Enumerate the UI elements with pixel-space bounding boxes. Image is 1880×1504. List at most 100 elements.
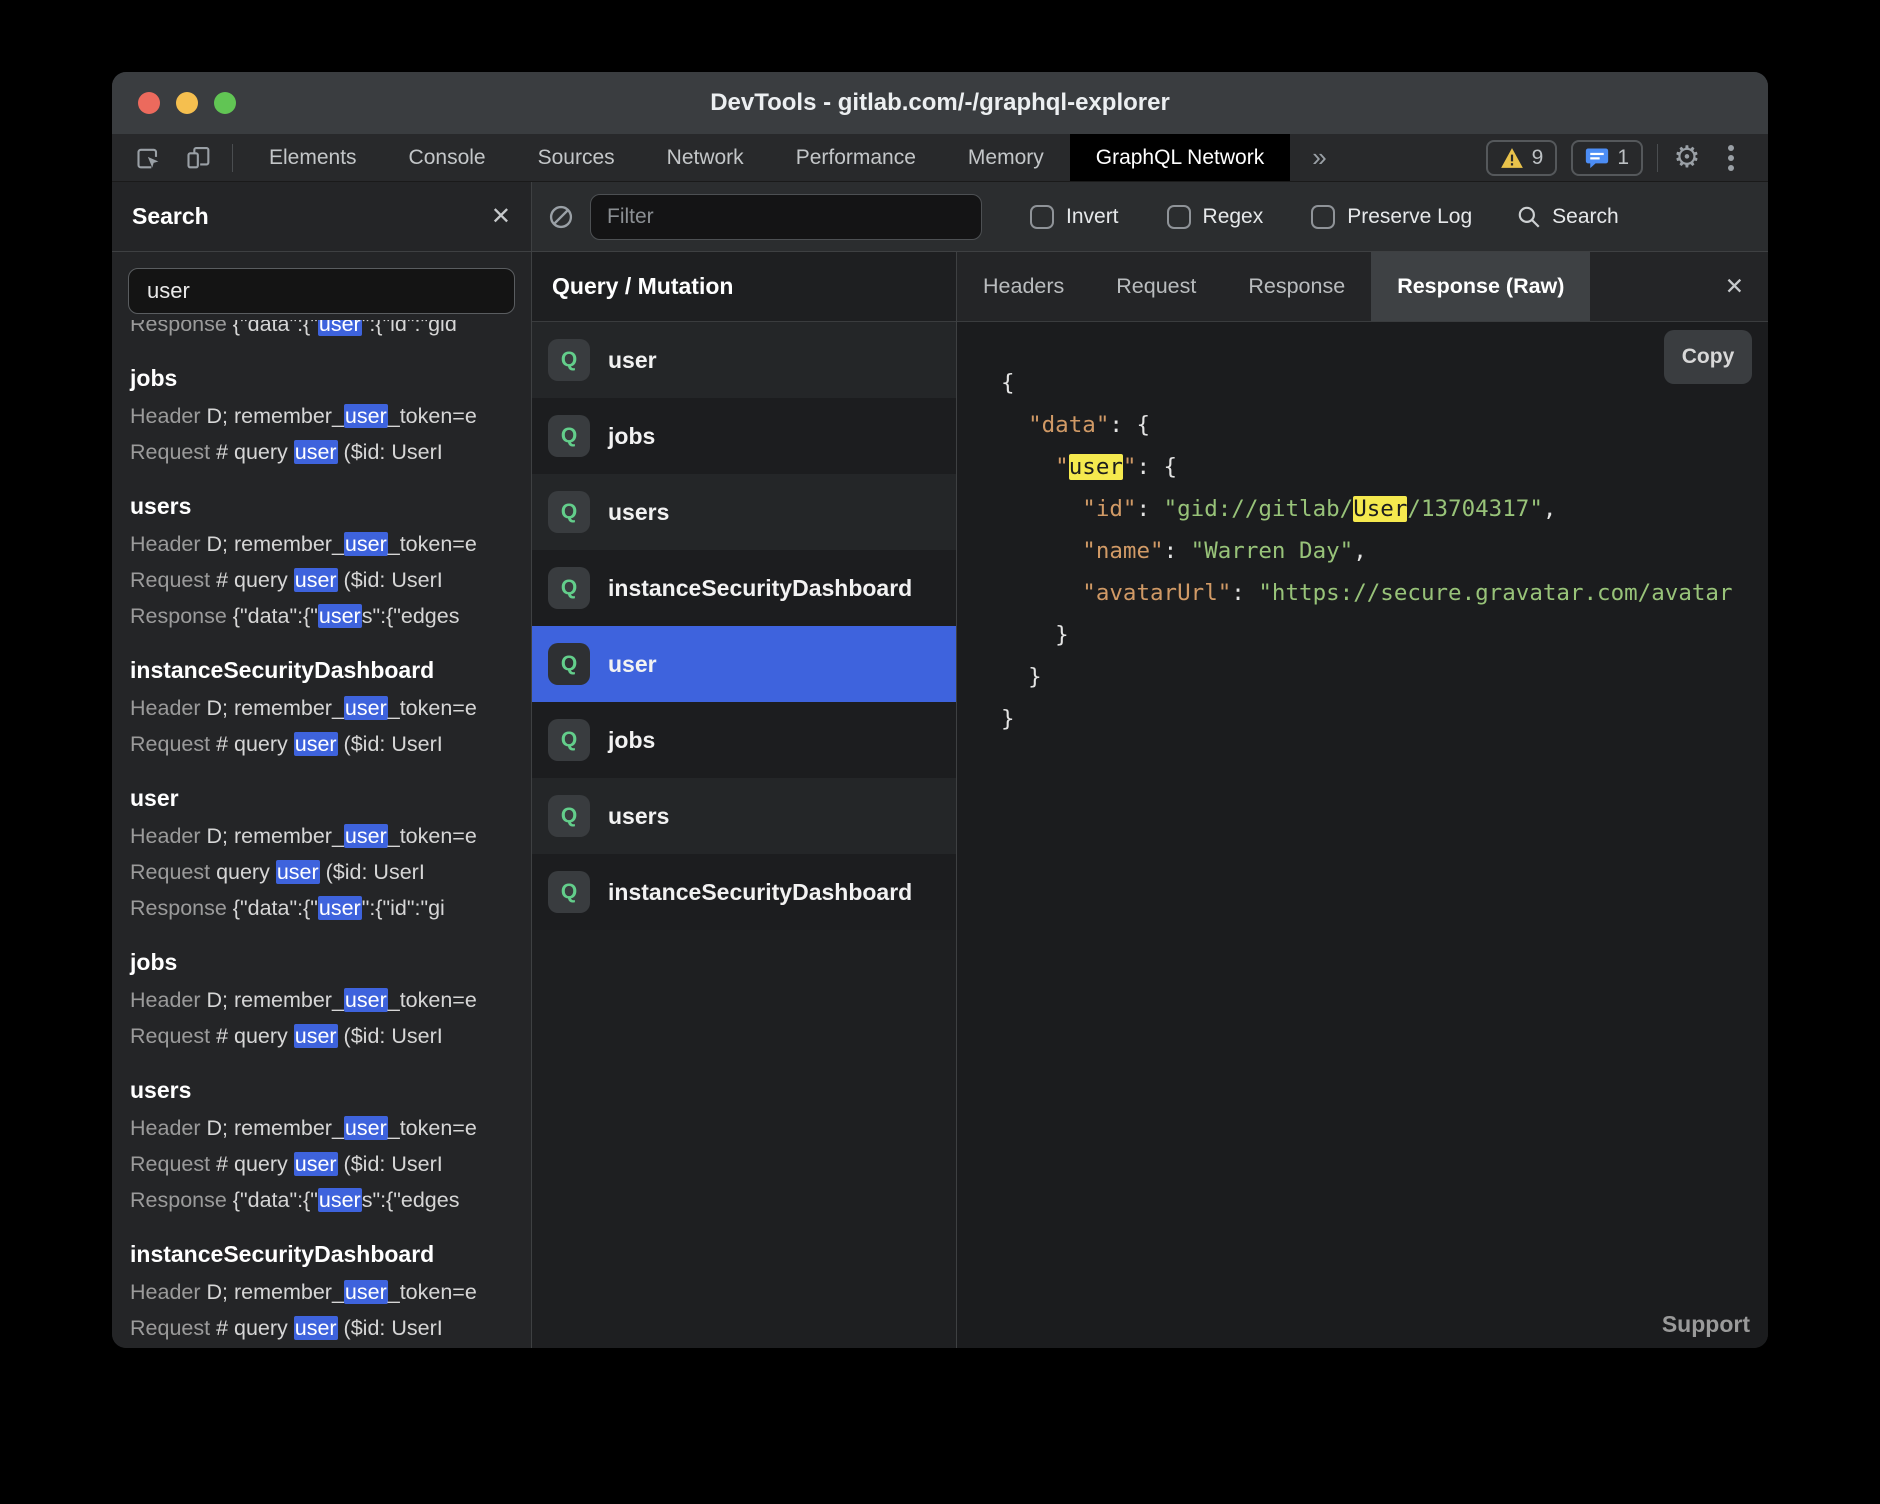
query-list-item-users[interactable]: Qusers: [532, 778, 956, 854]
support-link[interactable]: Support: [1662, 1311, 1750, 1338]
search-result-text: # query: [216, 440, 294, 464]
search-match-highlight: user: [344, 1116, 388, 1140]
response-tab-response-raw-[interactable]: Response (Raw): [1371, 252, 1590, 321]
json-line: "id": "gid://gitlab/User/13704317",: [1001, 488, 1768, 530]
devtools-tab-graphql-network[interactable]: GraphQL Network: [1070, 134, 1290, 181]
filter-input[interactable]: [590, 194, 982, 240]
main-content: Response {"data":{"user":{"id":"gidjobsH…: [112, 252, 1768, 1348]
json-token: ": [1123, 454, 1137, 480]
settings-gear-icon[interactable]: ⚙: [1672, 143, 1702, 173]
search-result-line-label: Header: [130, 988, 207, 1012]
search-result-line[interactable]: Header D; remember_user_token=e: [130, 526, 531, 562]
search-result-line[interactable]: Request # query user ($id: UserI: [130, 1310, 531, 1346]
search-match-highlight: user: [294, 732, 338, 756]
checkbox-regex[interactable]: [1167, 205, 1191, 229]
response-panel: HeadersRequestResponseResponse (Raw) ✕ Co…: [957, 252, 1768, 1348]
search-result-text: query: [216, 860, 276, 884]
search-result-line[interactable]: Response {"data":{"users":{"edges: [130, 598, 531, 634]
search-result-line-label: Request: [130, 440, 216, 464]
search-result-line[interactable]: Header D; remember_user_token=e: [130, 398, 531, 434]
search-input[interactable]: [128, 268, 515, 314]
search-result-text: {"data":{": [233, 896, 318, 920]
search-match-highlight: user: [344, 696, 388, 720]
search-result-text: {"data":{": [233, 1188, 318, 1212]
search-result-line[interactable]: Request # query user ($id: UserI: [130, 1018, 531, 1054]
devtools-tab-console[interactable]: Console: [383, 134, 512, 181]
search-result-line[interactable]: Response {"data":{"user":{"id":"gi: [130, 890, 531, 926]
checkbox-preserve-log[interactable]: [1311, 205, 1335, 229]
devtools-tab-performance[interactable]: Performance: [770, 134, 942, 181]
devtools-tab-elements[interactable]: Elements: [243, 134, 383, 181]
search-match-highlight: user: [344, 532, 388, 556]
search-match-highlight: user: [294, 1152, 338, 1176]
query-type-badge: Q: [548, 415, 590, 457]
response-tab-headers[interactable]: Headers: [957, 252, 1090, 321]
search-match-highlight: user: [318, 320, 362, 336]
search-result-line-label: Response: [130, 320, 233, 336]
search-result-text: ($id: UserI: [338, 732, 443, 756]
json-token: ": [1001, 454, 1069, 480]
query-list-item-user[interactable]: Quser: [532, 322, 956, 398]
json-line: "name": "Warren Day",: [1001, 530, 1768, 572]
network-filter-toolbar: InvertRegexPreserve Log Search: [532, 182, 1768, 251]
checkbox-invert[interactable]: [1030, 205, 1054, 229]
warnings-badge[interactable]: 9: [1486, 140, 1558, 176]
search-result-text: {"data":{": [233, 320, 318, 336]
search-result-line[interactable]: Request # query user ($id: UserI: [130, 1146, 531, 1182]
query-list-item-jobs[interactable]: Qjobs: [532, 702, 956, 778]
search-close-icon[interactable]: ✕: [491, 202, 511, 231]
search-result-line[interactable]: Request # query user ($id: UserI: [130, 562, 531, 598]
response-panel-close-icon[interactable]: ✕: [1725, 252, 1768, 321]
search-result-text: _token=e: [388, 532, 477, 556]
search-match-highlight: user: [344, 404, 388, 428]
query-list-item-instanceSecurityDashboard[interactable]: QinstanceSecurityDashboard: [532, 550, 956, 626]
json-line: }: [1001, 656, 1768, 698]
toolbar-search[interactable]: Search: [1516, 204, 1619, 230]
raw-json-view[interactable]: { "data": { "user": { "id": "gid://gitla…: [957, 322, 1768, 740]
query-list-header: Query / Mutation: [532, 252, 956, 322]
toolbar-search-label: Search: [1552, 205, 1619, 229]
json-token: "avatarUrl": [1001, 580, 1231, 606]
clear-block-icon[interactable]: [546, 202, 576, 232]
json-token: /13704317": [1407, 496, 1542, 522]
warnings-count: 9: [1532, 146, 1544, 170]
search-result-section-title: jobs: [130, 942, 531, 982]
copy-button[interactable]: Copy: [1664, 330, 1752, 384]
search-result-line[interactable]: Response {"data":{"user":{"id":"gid: [130, 320, 531, 342]
search-result-line[interactable]: Response {"data":{"users":{"edges: [130, 1182, 531, 1218]
search-result-line[interactable]: Request query user ($id: UserI: [130, 854, 531, 890]
search-result-line[interactable]: Header D; remember_user_token=e: [130, 982, 531, 1018]
response-tab-response[interactable]: Response: [1222, 252, 1371, 321]
search-result-line-label: Header: [130, 696, 207, 720]
search-results-list[interactable]: Response {"data":{"user":{"id":"gidjobsH…: [112, 320, 531, 1348]
search-result-text: D; remember_: [207, 1116, 344, 1140]
search-result-line[interactable]: Header D; remember_user_token=e: [130, 690, 531, 726]
query-list-item-instanceSecurityDashboard[interactable]: QinstanceSecurityDashboard: [532, 854, 956, 930]
query-type-badge: Q: [548, 339, 590, 381]
search-result-line[interactable]: Request # query user ($id: UserI: [130, 434, 531, 470]
search-result-line[interactable]: Header D; remember_user_token=e: [130, 1274, 531, 1310]
device-toolbar-icon[interactable]: [184, 143, 214, 173]
inspect-element-icon[interactable]: [134, 143, 164, 173]
query-list-item-users[interactable]: Qusers: [532, 474, 956, 550]
search-box-wrap: [112, 252, 531, 320]
devtools-tab-network[interactable]: Network: [641, 134, 770, 181]
search-match-highlight: user: [344, 988, 388, 1012]
query-item-label: jobs: [608, 423, 655, 450]
response-tab-request[interactable]: Request: [1090, 252, 1222, 321]
more-tabs-chevron[interactable]: »: [1290, 134, 1348, 181]
checkbox-group-regex: Regex: [1167, 205, 1264, 229]
search-match-highlight: user: [344, 1280, 388, 1304]
json-line: "data": {: [1001, 404, 1768, 446]
issues-badge[interactable]: 1: [1571, 140, 1643, 176]
search-result-line[interactable]: Header D; remember_user_token=e: [130, 818, 531, 854]
search-result-line[interactable]: Request # query user ($id: UserI: [130, 726, 531, 762]
search-result-line[interactable]: Header D; remember_user_token=e: [130, 1110, 531, 1146]
json-line: {: [1001, 362, 1768, 404]
search-result-text: ($id: UserI: [338, 1024, 443, 1048]
more-options-kebab-icon[interactable]: [1716, 143, 1746, 173]
query-list-item-jobs[interactable]: Qjobs: [532, 398, 956, 474]
query-list-item-user[interactable]: Quser: [532, 626, 956, 702]
devtools-tab-sources[interactable]: Sources: [512, 134, 641, 181]
devtools-tab-memory[interactable]: Memory: [942, 134, 1070, 181]
